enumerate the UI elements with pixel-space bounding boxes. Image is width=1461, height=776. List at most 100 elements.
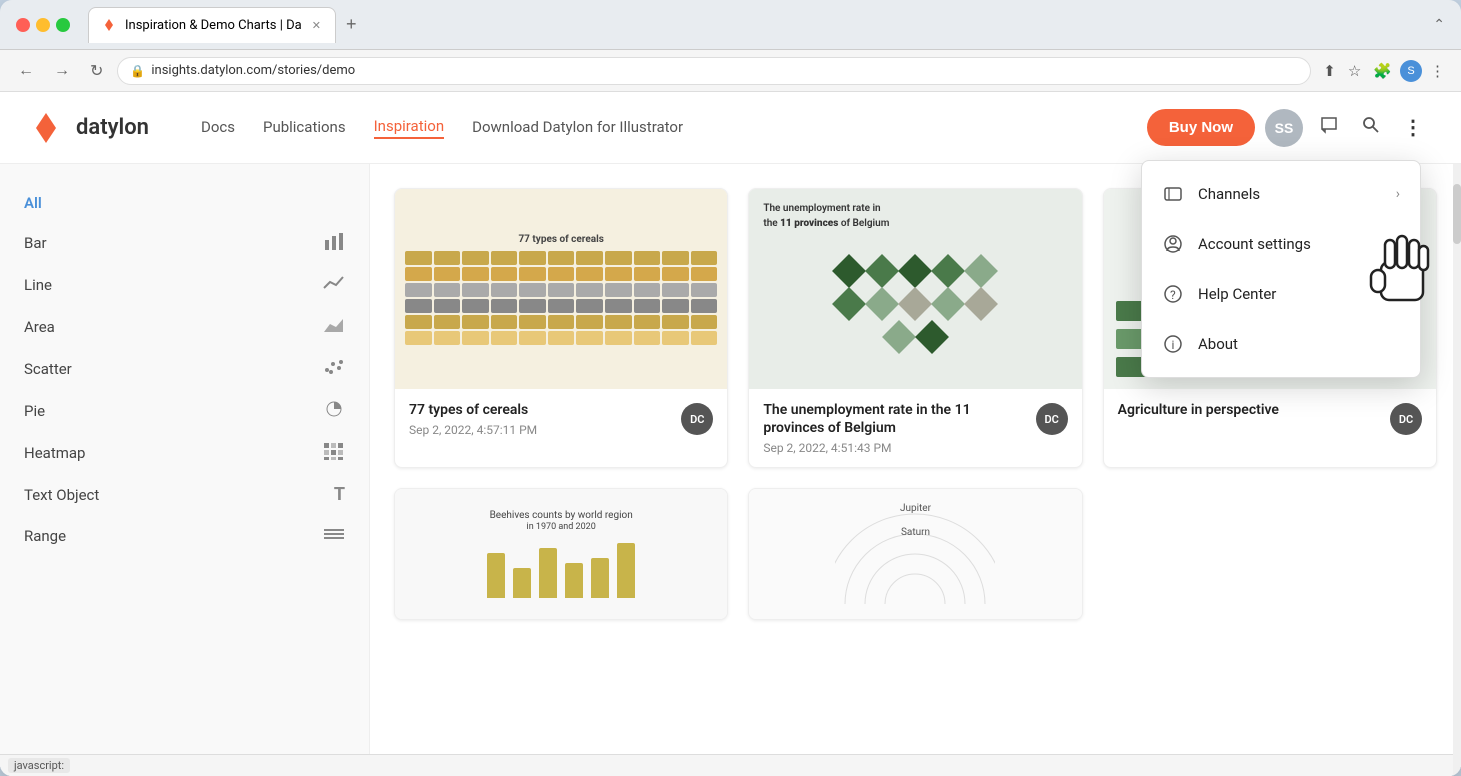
svg-text:i: i (1172, 338, 1175, 352)
lock-icon: 🔒 (130, 64, 145, 78)
card-cereals-date: Sep 2, 2022, 4:57:11 PM (409, 423, 673, 437)
card-cereals-info: 77 types of cereals Sep 2, 2022, 4:57:11… (409, 401, 673, 437)
more-icon[interactable]: ⋮ (1426, 58, 1449, 84)
card-belgium-footer: The unemployment rate in the 11 province… (749, 389, 1081, 467)
close-traffic-light[interactable] (16, 18, 30, 32)
nav-download[interactable]: Download Datylon for Illustrator (472, 118, 683, 138)
nav-docs[interactable]: Docs (201, 118, 235, 138)
card-belgium-avatar: DC (1036, 403, 1068, 435)
solar-label-jupiter: Jupiter (900, 503, 931, 514)
line-chart-icon (323, 274, 345, 296)
solar-label-saturn: Saturn (901, 527, 930, 538)
share-icon[interactable]: ⬆ (1319, 58, 1340, 84)
scroll-indicator[interactable] (1453, 164, 1461, 776)
heatmap-icon (323, 442, 345, 464)
back-button[interactable]: ← (12, 58, 40, 84)
channels-icon (1162, 183, 1184, 205)
sidebar-item-line[interactable]: Line (0, 264, 369, 306)
sidebar-label-pie: Pie (24, 402, 45, 420)
card-agriculture-info: Agriculture in perspective (1118, 401, 1382, 423)
dropdown-menu: Channels › Account settings ? (1141, 160, 1421, 378)
profile-icon[interactable]: S (1400, 60, 1422, 82)
solar-visualization: Jupiter Saturn (749, 489, 1081, 619)
extensions-icon[interactable]: 🧩 (1369, 58, 1396, 84)
sidebar-item-heatmap[interactable]: Heatmap (0, 432, 369, 474)
diamond-grid (830, 256, 1000, 352)
tab-bar: Inspiration & Demo Charts | Da ✕ + (88, 7, 362, 43)
tab-close-button[interactable]: ✕ (312, 19, 321, 32)
sidebar: All Bar Line (0, 164, 370, 776)
browser-window: Inspiration & Demo Charts | Da ✕ + ⌃ ← →… (0, 0, 1461, 776)
sidebar-item-scatter[interactable]: Scatter (0, 348, 369, 390)
dropdown-channels[interactable]: Channels › (1142, 169, 1420, 219)
dropdown-channels-label: Channels (1198, 185, 1260, 203)
cereals-visualization: 77 types of cereals (395, 189, 727, 389)
app-content: datylon Docs Publications Inspiration Do… (0, 92, 1461, 776)
user-avatar-button[interactable]: SS (1265, 109, 1303, 147)
buy-now-button[interactable]: Buy Now (1147, 109, 1255, 146)
card-agriculture-footer: Agriculture in perspective DC (1104, 389, 1436, 447)
card-solar[interactable]: Jupiter Saturn (748, 488, 1082, 620)
sidebar-item-bar[interactable]: Bar (0, 222, 369, 264)
text-object-icon: T (334, 484, 345, 505)
minimize-traffic-light[interactable] (36, 18, 50, 32)
chat-icon-button[interactable] (1313, 109, 1345, 146)
card-solar-image: Jupiter Saturn (749, 489, 1081, 619)
sidebar-item-text[interactable]: Text Object T (0, 474, 369, 515)
browser-toolbar: ← → ↻ 🔒 insights.datylon.com/stories/dem… (0, 50, 1461, 92)
sidebar-label-text: Text Object (24, 486, 99, 504)
refresh-button[interactable]: ↻ (84, 57, 109, 85)
scroll-thumb[interactable] (1453, 184, 1461, 244)
card-cereals-title: 77 types of cereals (409, 401, 673, 419)
logo[interactable]: datylon (32, 109, 149, 147)
dropdown-help-center[interactable]: ? Help Center (1142, 269, 1420, 319)
about-icon: i (1162, 333, 1184, 355)
card-cereals[interactable]: 77 types of cereals (394, 188, 728, 468)
card-cereals-image: 77 types of cereals (395, 189, 727, 389)
sidebar-label-all: All (24, 194, 42, 212)
active-tab[interactable]: Inspiration & Demo Charts | Da ✕ (88, 7, 336, 43)
belgium-visualization: The unemployment rate inthe 11 provinces… (749, 189, 1081, 389)
sidebar-item-range[interactable]: Range (0, 515, 369, 557)
search-icon-button[interactable] (1355, 109, 1387, 146)
account-settings-icon (1162, 233, 1184, 255)
nav-right: Buy Now SS ⋮ (1147, 109, 1429, 147)
sidebar-item-area[interactable]: Area (0, 306, 369, 348)
channels-chevron: › (1396, 186, 1400, 202)
sidebar-label-area: Area (24, 318, 55, 336)
card-cereals-avatar: DC (681, 403, 713, 435)
card-belgium[interactable]: The unemployment rate inthe 11 provinces… (748, 188, 1082, 468)
sidebar-label-scatter: Scatter (24, 360, 72, 378)
address-text: insights.datylon.com/stories/demo (151, 63, 355, 78)
window-control-expand[interactable]: ⌃ (1433, 17, 1445, 33)
beehive-visualization: Beehives counts by world regionin 1970 a… (395, 489, 727, 619)
status-bar: javascript: (0, 754, 1461, 776)
sidebar-label-range: Range (24, 527, 66, 545)
beehive-bars (487, 538, 635, 598)
svg-text:?: ? (1170, 288, 1176, 302)
card-beehive[interactable]: Beehives counts by world regionin 1970 a… (394, 488, 728, 620)
status-text: javascript: (8, 758, 70, 773)
scatter-chart-icon (323, 358, 345, 380)
search-icon (1361, 115, 1381, 135)
sidebar-item-all[interactable]: All (0, 184, 369, 222)
logo-icon (32, 109, 70, 147)
nav-publications[interactable]: Publications (263, 118, 346, 138)
address-bar[interactable]: 🔒 insights.datylon.com/stories/demo (117, 57, 1311, 85)
dropdown-about-label: About (1198, 335, 1238, 353)
bookmark-icon[interactable]: ☆ (1344, 58, 1365, 84)
new-tab-button[interactable]: + (340, 14, 363, 35)
browser-titlebar: Inspiration & Demo Charts | Da ✕ + ⌃ (0, 0, 1461, 50)
card-belgium-title: The unemployment rate in the 11 province… (763, 401, 1027, 437)
sidebar-item-pie[interactable]: Pie (0, 390, 369, 432)
dropdown-help-label: Help Center (1198, 285, 1276, 303)
forward-button[interactable]: → (48, 58, 76, 84)
more-menu-button[interactable]: ⋮ (1397, 109, 1429, 146)
sidebar-label-heatmap: Heatmap (24, 444, 85, 462)
card-belgium-image: The unemployment rate inthe 11 provinces… (749, 189, 1081, 389)
maximize-traffic-light[interactable] (56, 18, 70, 32)
nav-inspiration[interactable]: Inspiration (374, 117, 445, 139)
dropdown-about[interactable]: i About (1142, 319, 1420, 369)
dropdown-account-settings[interactable]: Account settings (1142, 219, 1420, 269)
card-beehive-image: Beehives counts by world regionin 1970 a… (395, 489, 727, 619)
